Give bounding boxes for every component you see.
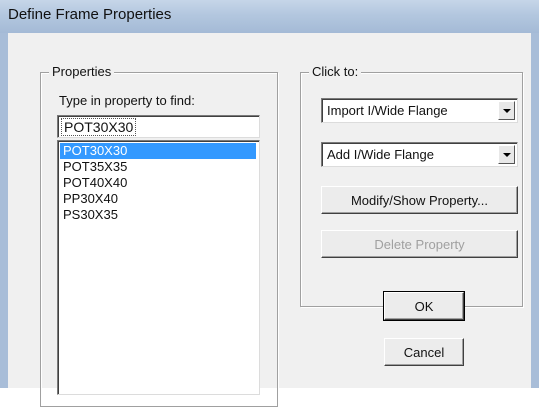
list-item[interactable]: PP30X40 bbox=[60, 191, 256, 207]
delete-property-button[interactable]: Delete Property bbox=[321, 230, 518, 258]
property-search-input[interactable]: POT30X30 bbox=[57, 115, 260, 138]
add-section-value: Add I/Wide Flange bbox=[327, 147, 434, 162]
ok-button[interactable]: OK bbox=[383, 291, 465, 321]
window-frame-left bbox=[0, 33, 8, 388]
property-search-value: POT30X30 bbox=[61, 118, 137, 136]
properties-group: Properties Type in property to find: POT… bbox=[40, 64, 278, 407]
dialog-body: Properties Type in property to find: POT… bbox=[8, 33, 531, 407]
find-label: Type in property to find: bbox=[59, 93, 195, 108]
properties-legend: Properties bbox=[49, 64, 115, 79]
import-section-value: Import I/Wide Flange bbox=[327, 103, 448, 118]
cancel-button[interactable]: Cancel bbox=[384, 338, 464, 366]
import-dropdown-button[interactable] bbox=[498, 101, 515, 120]
ok-button-label: OK bbox=[414, 299, 434, 314]
add-dropdown-button[interactable] bbox=[498, 145, 515, 164]
list-item[interactable]: POT40X40 bbox=[60, 175, 256, 191]
title-bar[interactable]: Define Frame Properties bbox=[0, 0, 539, 33]
modify-button-label: Modify/Show Property... bbox=[350, 193, 489, 208]
click-to-legend: Click to: bbox=[309, 64, 362, 79]
list-item[interactable]: PS30X35 bbox=[60, 207, 256, 223]
click-to-group: Click to: Import I/Wide Flange Add I/Wid… bbox=[300, 64, 523, 307]
property-list[interactable]: POT30X30 POT35X35 POT40X40 PP30X40 PS30X… bbox=[57, 140, 260, 395]
list-item[interactable]: POT35X35 bbox=[60, 159, 256, 175]
chevron-down-icon bbox=[503, 153, 511, 157]
window-frame-right bbox=[531, 33, 539, 388]
cancel-button-label: Cancel bbox=[403, 345, 445, 360]
window-title: Define Frame Properties bbox=[8, 6, 172, 23]
add-section-combo[interactable]: Add I/Wide Flange bbox=[321, 142, 518, 167]
import-section-combo[interactable]: Import I/Wide Flange bbox=[321, 98, 518, 123]
modify-show-property-button[interactable]: Modify/Show Property... bbox=[321, 186, 518, 214]
delete-button-label: Delete Property bbox=[374, 237, 465, 252]
chevron-down-icon bbox=[503, 109, 511, 113]
list-item[interactable]: POT30X30 bbox=[60, 143, 256, 159]
